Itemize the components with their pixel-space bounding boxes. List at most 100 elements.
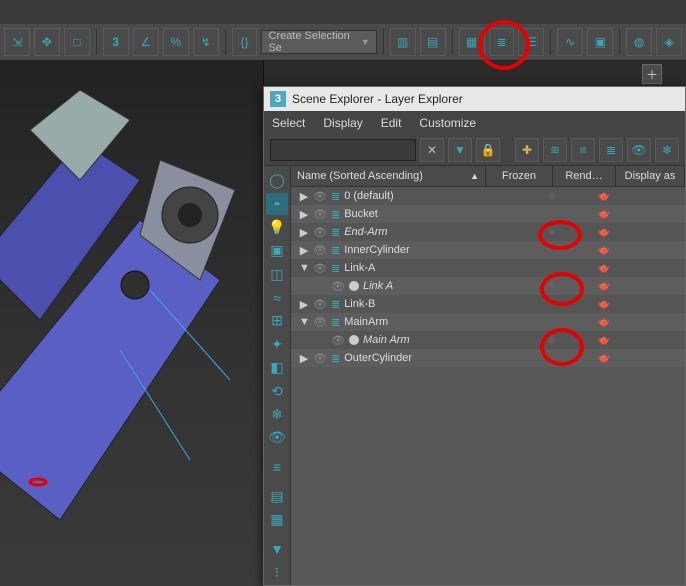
display-lights-button[interactable]: 💡 [266, 217, 288, 238]
expand-toggle[interactable]: ▶ [299, 298, 309, 311]
percent-snap-button[interactable]: % [163, 28, 189, 56]
renderable-cell[interactable]: 🫖 [579, 335, 629, 346]
visibility-toggle[interactable]: 👁 [313, 352, 327, 365]
lock-button[interactable]: 🔒 [476, 138, 500, 162]
object-row[interactable]: 👁Link A❄🫖 [291, 277, 685, 295]
material-editor-button[interactable]: ◍ [626, 28, 652, 56]
visibility-toggle[interactable]: 👁 [331, 334, 345, 347]
col-header-renderable[interactable]: Rend… [553, 166, 616, 186]
named-selection-button[interactable]: {} [232, 28, 258, 56]
extents-button[interactable]: □ [64, 28, 90, 56]
display-space-warps-button[interactable]: ≈ [266, 287, 288, 308]
expand-toggle[interactable]: ▶ [299, 352, 309, 365]
align-button[interactable]: ▤ [420, 28, 446, 56]
object-row[interactable]: 👁Main Arm❄🫖 [291, 331, 685, 349]
menu-customize[interactable]: Customize [419, 116, 476, 130]
layer-row[interactable]: ▼👁≣Link-A🫖 [291, 259, 685, 277]
display-bone-button[interactable]: ✦ [266, 334, 288, 355]
display-frozen-button[interactable]: ❄ [266, 404, 288, 425]
schematic-view-button[interactable]: ▦ [459, 28, 485, 56]
panel-filterbar: ✕ ▼ 🔒 ✚ ≋ ≡ ≣ 👁 ❄ [264, 135, 685, 166]
frozen-cell[interactable]: ❄ [525, 226, 579, 239]
renderable-cell[interactable]: 🫖 [579, 353, 629, 364]
col-header-display-as[interactable]: Display as [616, 166, 685, 186]
expand-all-button[interactable]: ▤ [266, 486, 288, 507]
display-cameras-button[interactable]: ▣ [266, 240, 288, 261]
visibility-toggle[interactable]: 👁 [313, 190, 327, 203]
display-groups-button[interactable]: ⊞ [266, 310, 288, 331]
display-xrefs-button[interactable]: ⟲ [266, 380, 288, 401]
render-setup-button[interactable]: ◈ [656, 28, 682, 56]
object-icon [349, 281, 359, 291]
layer-row[interactable]: ▶👁≣Bucket🫖 [291, 205, 685, 223]
display-hidden-button[interactable]: 👁 [266, 427, 288, 448]
expand-toggle[interactable]: ▶ [299, 226, 309, 239]
visibility-toggle[interactable]: 👁 [331, 280, 345, 293]
add-layer-button[interactable]: ✚ [515, 138, 539, 162]
layer-tool-4-button[interactable]: 👁 [627, 138, 651, 162]
layer-row[interactable]: ▶👁≣0 (default)❄🫖 [291, 187, 685, 205]
menu-select[interactable]: Select [272, 116, 305, 130]
expand-toggle[interactable]: ▼ [299, 316, 309, 328]
layer-row[interactable]: ▼👁≣MainArm🫖 [291, 313, 685, 331]
settings-button[interactable]: ⁝ [266, 561, 288, 582]
clear-search-button[interactable]: ✕ [420, 138, 444, 162]
collapse-all-button[interactable]: ▦ [266, 509, 288, 530]
layer-tool-2-button[interactable]: ≡ [571, 138, 595, 162]
layer-row[interactable]: ▶👁≣InnerCylinder🫖 [291, 241, 685, 259]
search-input[interactable] [270, 139, 416, 161]
angle-snap-button[interactable]: ∠ [133, 28, 159, 56]
snap-toggle-button[interactable]: ⇲ [4, 28, 30, 56]
frozen-cell[interactable]: ❄ [525, 190, 579, 203]
mirror-button[interactable]: ▥ [390, 28, 416, 56]
frozen-cell[interactable]: ❄ [525, 280, 579, 293]
layer-tool-1-button[interactable]: ≋ [543, 138, 567, 162]
snap-3-button[interactable]: 3 [103, 28, 129, 56]
layer-tool-5-button[interactable]: ❄ [655, 138, 679, 162]
filter-funnel-button[interactable]: ▼ [448, 138, 472, 162]
renderable-cell[interactable]: 🫖 [579, 191, 629, 202]
renderable-cell[interactable]: 🫖 [579, 263, 629, 274]
renderable-cell[interactable]: 🫖 [579, 209, 629, 220]
expand-toggle[interactable]: ▶ [299, 244, 309, 257]
visibility-toggle[interactable]: 👁 [313, 244, 327, 257]
renderable-cell[interactable]: 🫖 [579, 227, 629, 238]
expand-toggle[interactable]: ▶ [299, 190, 309, 203]
col-header-frozen[interactable]: Frozen [486, 166, 553, 186]
frozen-cell[interactable]: ❄ [525, 334, 579, 347]
display-geometry-button[interactable]: ◓ [266, 193, 288, 214]
scene-explorer-button[interactable]: ☰ [518, 28, 544, 56]
display-containers-button[interactable]: ◧ [266, 357, 288, 378]
spinner-snap-button[interactable]: ↯ [193, 28, 219, 56]
renderable-cell[interactable]: 🫖 [579, 299, 629, 310]
visibility-toggle[interactable]: 👁 [313, 226, 327, 239]
renderable-cell[interactable]: 🫖 [579, 317, 629, 328]
layer-row[interactable]: ▶👁≣End-Arm❄🫖 [291, 223, 685, 241]
layer-row[interactable]: ▶👁≣OuterCylinder🫖 [291, 349, 685, 367]
curve-editor-button[interactable]: ∿ [557, 28, 583, 56]
move-tool-button[interactable]: ✥ [34, 28, 60, 56]
selection-set-dropdown[interactable]: Create Selection Se ▼ [261, 30, 376, 54]
expand-toggle[interactable]: ▶ [299, 208, 309, 221]
visibility-toggle[interactable]: 👁 [313, 298, 327, 311]
renderable-cell[interactable]: 🫖 [579, 281, 629, 292]
layer-row[interactable]: ▶👁≣Link-B🫖 [291, 295, 685, 313]
display-helpers-button[interactable]: ◫ [266, 264, 288, 285]
menu-edit[interactable]: Edit [381, 116, 402, 130]
layer-tool-3-button[interactable]: ≣ [599, 138, 623, 162]
col-header-name[interactable]: Name (Sorted Ascending) ▲ [291, 166, 486, 186]
visibility-toggle[interactable]: 👁 [313, 316, 327, 329]
dope-sheet-button[interactable]: ▣ [587, 28, 613, 56]
funnel-filter-button[interactable]: ▼ [266, 538, 288, 559]
display-all-button[interactable]: ◯ [266, 170, 288, 191]
menu-display[interactable]: Display [323, 116, 362, 130]
renderable-cell[interactable]: 🫖 [579, 245, 629, 256]
viewport-plus-button[interactable]: ＋ [642, 64, 662, 84]
viewport[interactable] [0, 60, 264, 586]
expand-toggle[interactable]: ▼ [299, 262, 309, 274]
layer-explorer-button[interactable]: ≣ [489, 28, 515, 56]
panel-titlebar[interactable]: 3 Scene Explorer - Layer Explorer [264, 87, 685, 111]
list-mode-button[interactable]: ≡ [266, 456, 288, 477]
visibility-toggle[interactable]: 👁 [313, 208, 327, 221]
visibility-toggle[interactable]: 👁 [313, 262, 327, 275]
